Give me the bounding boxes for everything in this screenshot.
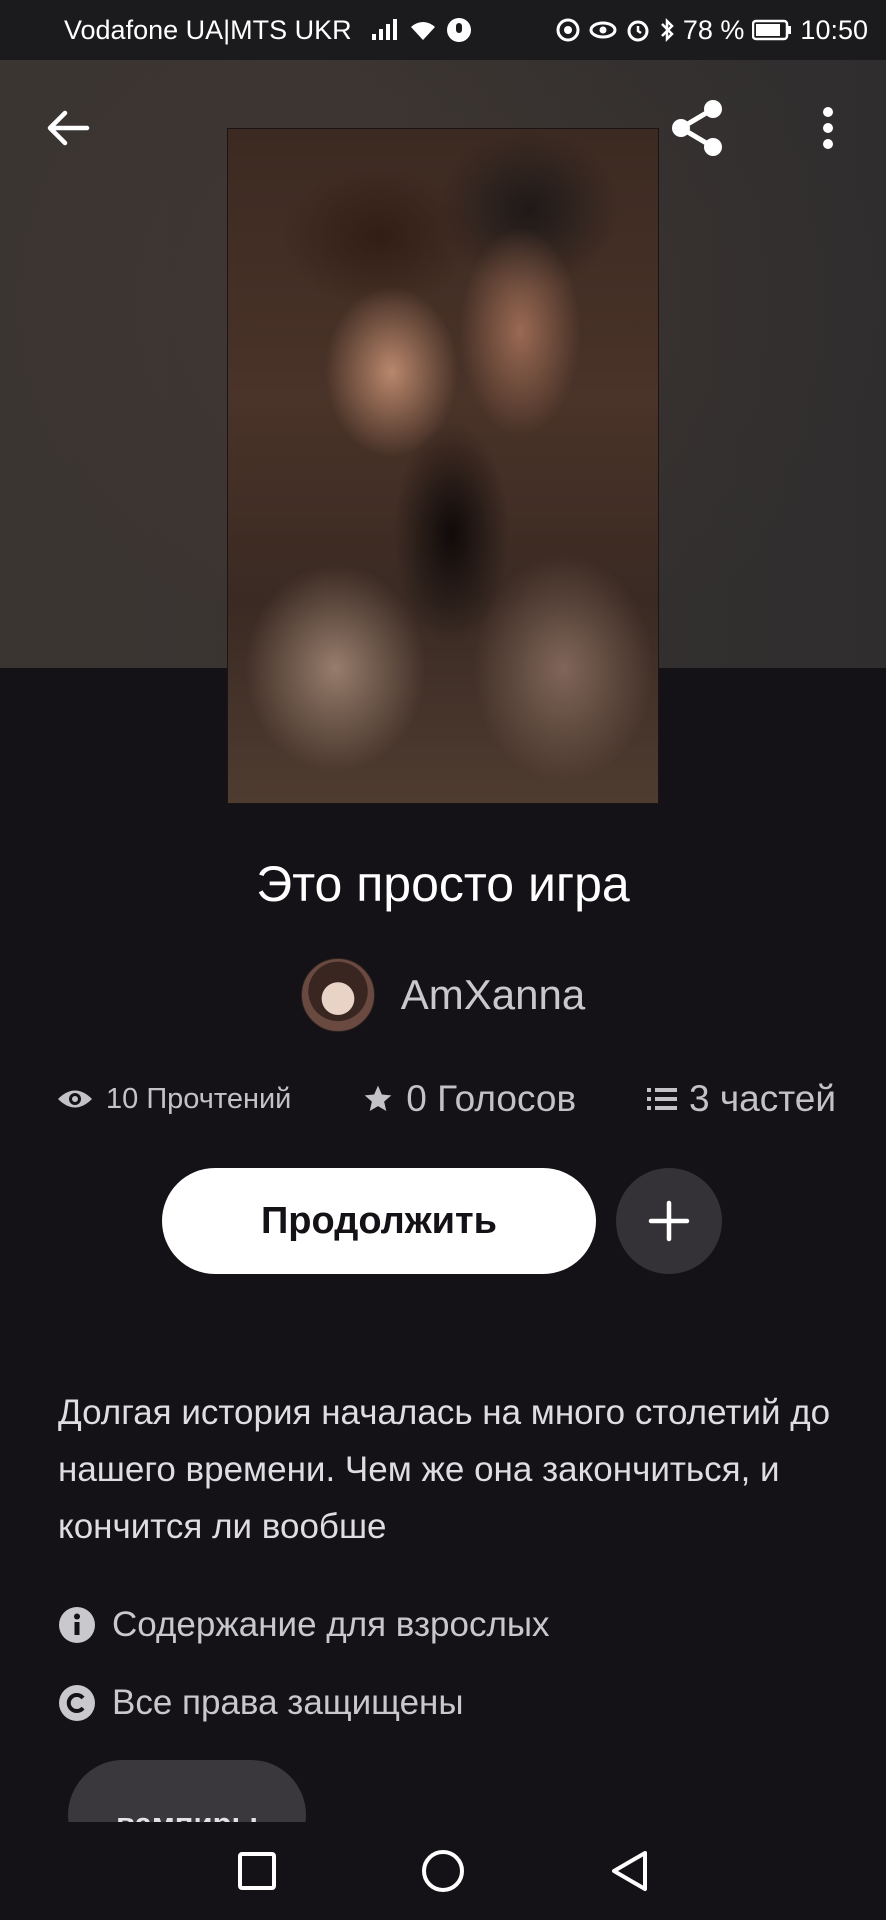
clock: 10:50 [800,14,868,45]
parts-stat[interactable]: 3 частей [647,1078,836,1120]
votes-count: 0 Голосов [406,1078,577,1119]
mature-content-row: Содержание для взрослых [58,1605,550,1645]
home-icon[interactable] [421,1849,465,1893]
plus-icon [648,1200,690,1242]
info-icon [59,1607,95,1643]
eye-icon [58,1090,92,1108]
story-stats: 10 Прочтений 0 Голосов 3 частей [56,1078,836,1120]
reads-stat: 10 Прочтений [56,1083,291,1116]
alarm-icon [627,20,649,42]
more-options-button[interactable] [792,92,864,164]
author-avatar[interactable] [300,958,375,1032]
system-nav-bar [0,1822,886,1920]
share-icon [672,100,722,156]
star-icon [364,1085,392,1111]
bluetooth-icon [660,17,674,43]
copyright-row: Все права защищены [58,1683,464,1723]
parts-count[interactable]: 3 частей [689,1078,836,1120]
story-description: Долгая история началась на много столети… [58,1393,831,1546]
list-icon [647,1088,677,1110]
status-icons-left [370,17,472,43]
author-row[interactable]: AmXanna [0,958,886,1032]
back-button[interactable] [32,92,104,164]
author-name[interactable]: AmXanna [401,971,585,1019]
votes-stat: 0 Голосов [362,1078,576,1120]
mic-icon [446,18,471,42]
eye-comfort-icon [589,21,617,39]
copyright-label: Все права защищены [112,1683,464,1722]
carrier-label: Vodafone UA|MTS UKR [64,14,352,45]
mature-content-label: Содержание для взрослых [112,1605,550,1644]
more-vertical-icon [823,107,833,149]
recents-icon[interactable] [237,1851,277,1891]
share-button[interactable] [662,92,734,164]
add-to-library-button[interactable] [616,1168,722,1274]
reads-count: 10 Прочтений [106,1082,292,1115]
continue-reading-button[interactable]: Продолжить [162,1168,596,1274]
data-saver-icon [556,18,580,42]
battery-icon [752,19,792,41]
story-cover-image[interactable] [227,128,659,804]
arrow-left-icon [47,110,90,146]
wifi-icon [410,22,435,40]
copyright-icon [59,1685,95,1721]
signal-icon [371,19,397,40]
status-bar: Vodafone UA|MTS UKR 78 % 10:50 [0,0,886,60]
battery-percent: 78 % [682,14,745,45]
status-icons-right: 78 % 10:50 [555,15,868,46]
back-nav-icon[interactable] [609,1849,649,1893]
story-title: Это просто игра [256,856,630,912]
